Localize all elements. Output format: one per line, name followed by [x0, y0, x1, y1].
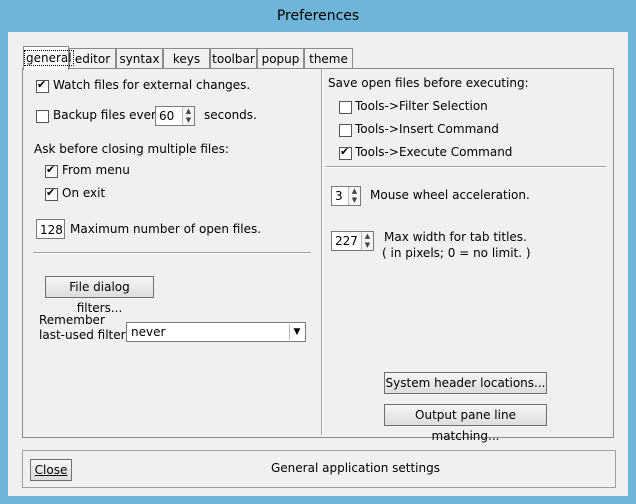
backup-seconds-value: 60 [159, 109, 175, 123]
dropdown-arrow-icon[interactable]: ▼ [289, 324, 304, 340]
max-open-files-input[interactable]: 128 [36, 219, 65, 239]
spin-up-icon[interactable]: ▲ [182, 107, 194, 116]
backup-unit-label: seconds. [204, 108, 257, 122]
remember-label-line2: last-used filter : [39, 328, 134, 342]
spin-down-icon[interactable]: ▼ [361, 241, 373, 250]
tab-width-label: Max width for tab titles. [384, 230, 527, 244]
output-pane-line-matching-button[interactable]: Output pane line matching... [384, 404, 547, 443]
watch-files-checkbox[interactable] [36, 78, 49, 93]
backup-checkbox[interactable] [36, 110, 49, 123]
backup-label: Backup files every [53, 108, 164, 122]
max-open-files-label: Maximum number of open files. [70, 222, 262, 236]
mouse-wheel-spinner[interactable]: 3 ▲ ▼ [331, 186, 361, 206]
status-bar: Close General application settings [22, 450, 616, 488]
tab-width-value: 227 [335, 234, 358, 248]
tab-editor[interactable]: editor [69, 48, 116, 69]
from-menu-checkbox[interactable] [45, 163, 58, 178]
spin-down-icon[interactable]: ▼ [182, 116, 194, 125]
remember-label-line1: Remember [39, 313, 105, 327]
tab-toolbar[interactable]: toolbar [210, 48, 257, 69]
dialog-client: general editor syntax keys toolbar popup… [8, 32, 628, 496]
spin-up-icon[interactable]: ▲ [348, 187, 360, 196]
file-dialog-filters-button[interactable]: File dialog filters... [45, 276, 154, 315]
general-tab-panel: Watch files for external changes. Backup… [22, 68, 614, 443]
filter-selection-label: Tools->Filter Selection [355, 99, 488, 113]
tab-theme[interactable]: theme [304, 48, 353, 69]
on-exit-checkbox[interactable] [45, 186, 58, 201]
mouse-wheel-label: Mouse wheel acceleration. [370, 188, 530, 202]
ask-before-closing-label: Ask before closing multiple files: [34, 142, 229, 156]
on-exit-label: On exit [62, 186, 106, 200]
tab-width-spinner[interactable]: 227 ▲ ▼ [331, 231, 374, 251]
mouse-wheel-value: 3 [335, 189, 343, 203]
right-divider [326, 166, 606, 168]
save-before-executing-heading: Save open files before executing: [328, 76, 529, 90]
column-divider [321, 69, 323, 435]
execute-command-label: Tools->Execute Command [355, 145, 513, 159]
from-menu-label: From menu [62, 163, 130, 177]
left-divider [33, 252, 311, 254]
close-button-label: Close [34, 463, 68, 477]
tab-keys[interactable]: keys [163, 48, 210, 69]
close-button[interactable]: Close [30, 459, 72, 481]
tab-general[interactable]: general [23, 46, 74, 70]
system-header-locations-button[interactable]: System header locations... [384, 372, 547, 394]
watch-files-label: Watch files for external changes. [53, 78, 251, 92]
preferences-window: Preferences general editor syntax keys t… [0, 0, 636, 504]
status-text: General application settings [271, 461, 440, 475]
spin-down-icon[interactable]: ▼ [348, 196, 360, 205]
execute-command-checkbox[interactable] [339, 145, 352, 160]
insert-command-checkbox[interactable] [339, 124, 352, 137]
filter-selection-checkbox[interactable] [339, 101, 352, 114]
window-title: Preferences [276, 8, 360, 24]
spin-up-icon[interactable]: ▲ [361, 232, 373, 241]
tab-width-note: ( in pixels; 0 = no limit. ) [382, 246, 531, 260]
tab-popup[interactable]: popup [257, 48, 304, 69]
remember-filter-select[interactable]: never ▼ [126, 322, 306, 342]
backup-seconds-spinner[interactable]: 60 ▲ ▼ [155, 106, 195, 126]
tab-general-label: general [24, 50, 74, 66]
remember-filter-value: never [131, 325, 166, 339]
tab-syntax[interactable]: syntax [116, 48, 163, 69]
insert-command-label: Tools->Insert Command [355, 122, 499, 136]
